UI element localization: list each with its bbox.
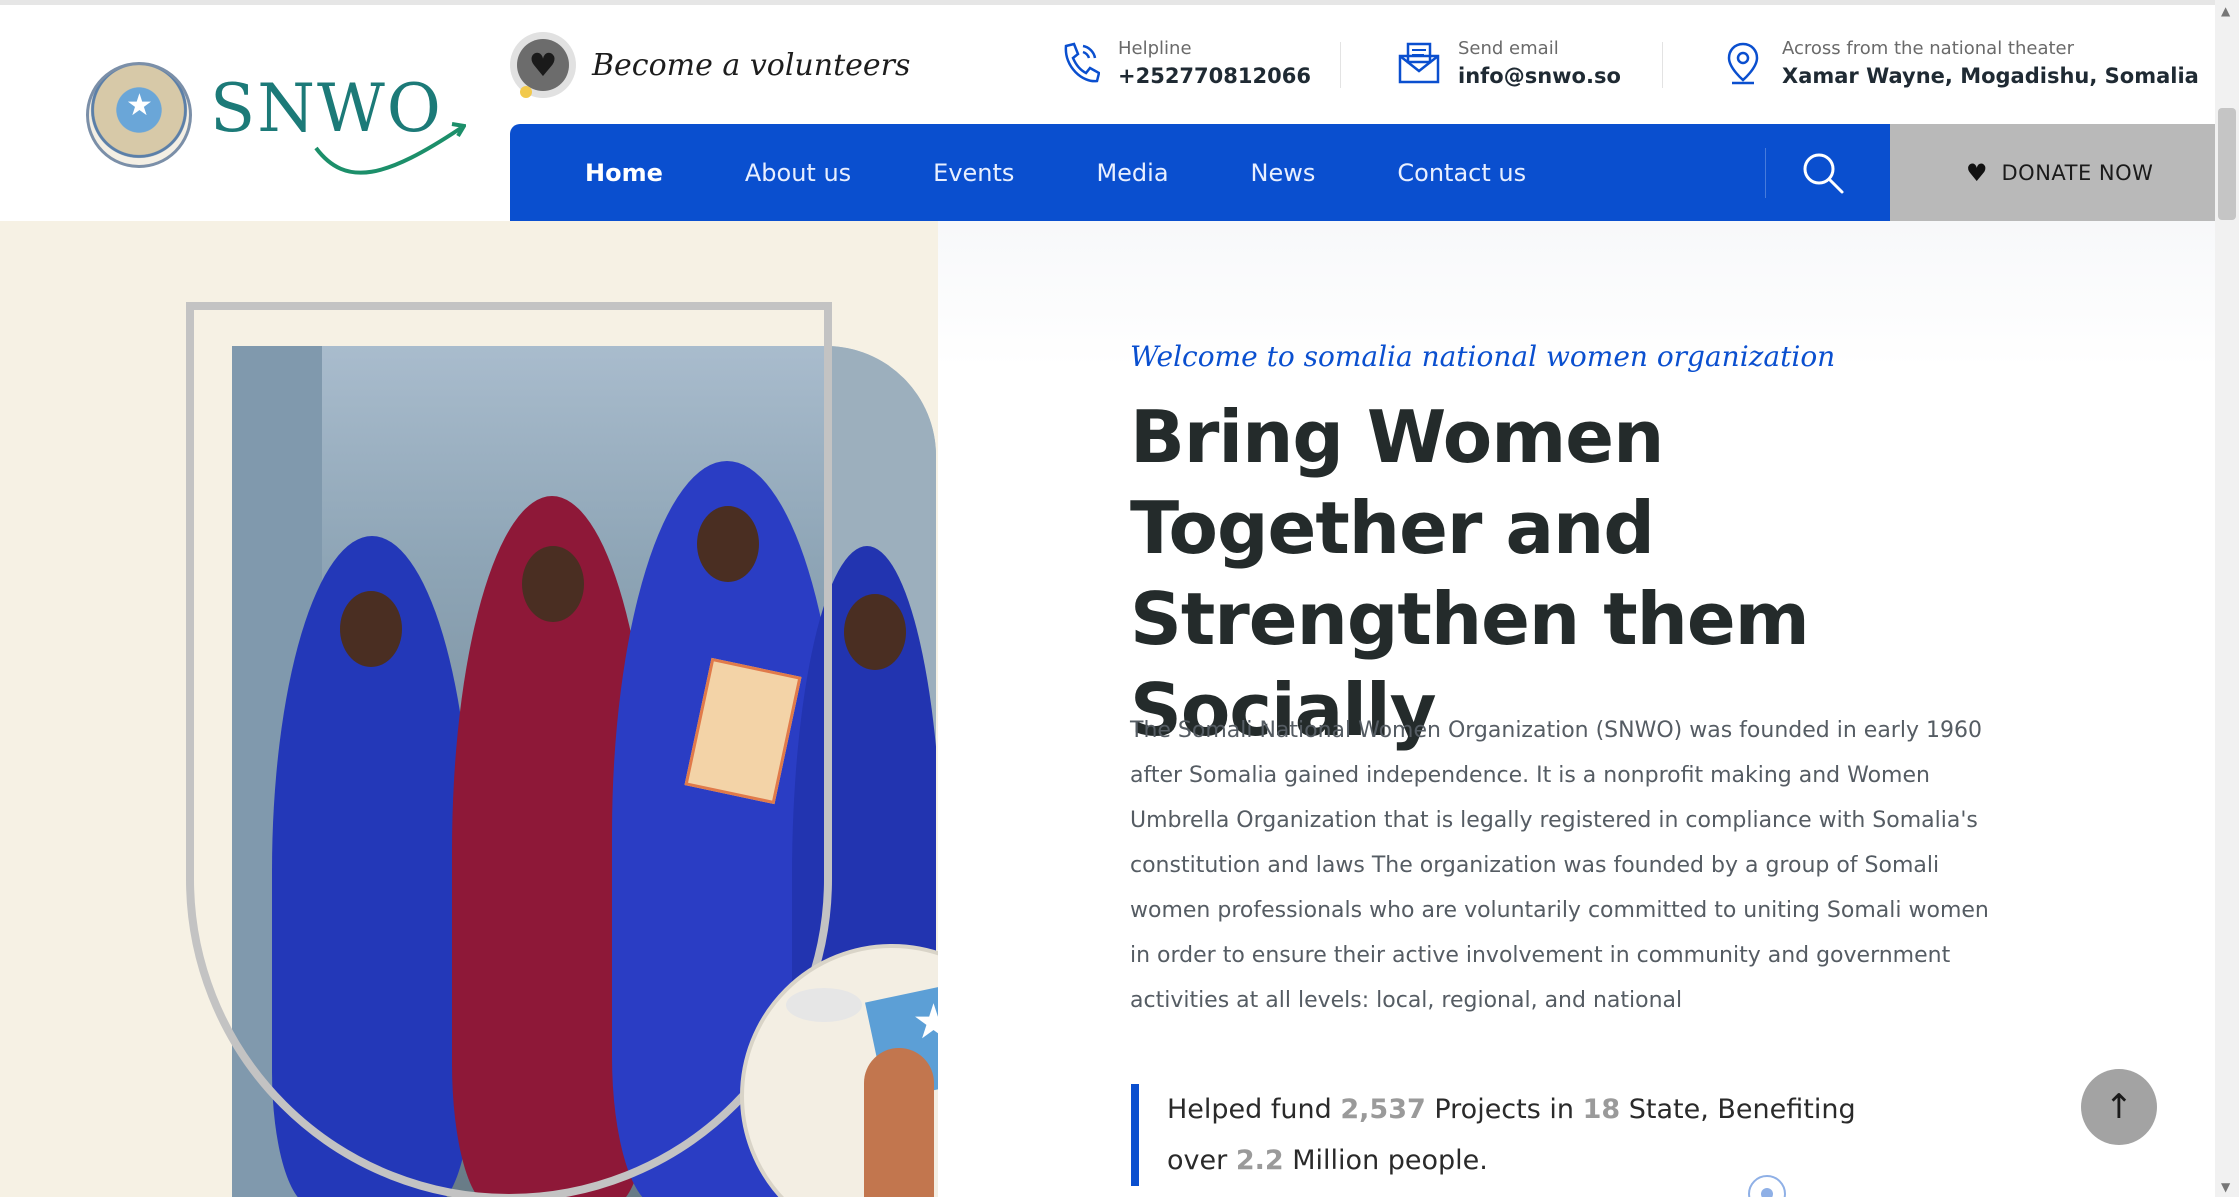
- stat-states-count: 18: [1582, 1094, 1621, 1125]
- nav-media[interactable]: Media: [1055, 159, 1209, 187]
- email-contact[interactable]: Send email info@snwo.so: [1398, 36, 1621, 90]
- stat-projects-count: 2,537: [1340, 1094, 1426, 1125]
- nav-divider: [1765, 148, 1766, 198]
- welcome-tagline: Welcome to somalia national women organi…: [1130, 340, 1836, 373]
- address-contact[interactable]: Across from the national theater Xamar W…: [1722, 36, 2199, 90]
- scroll-up-arrow-icon[interactable]: ▲: [2221, 4, 2230, 18]
- nav-about-us[interactable]: About us: [704, 159, 892, 187]
- become-volunteer-link[interactable]: ♥ Become a volunteers: [510, 32, 910, 98]
- decorative-photo-frame: [186, 302, 832, 1197]
- helpline-label: Helpline: [1118, 38, 1192, 59]
- address-label: Across from the national theater: [1782, 38, 2075, 59]
- top-divider: [0, 0, 2239, 5]
- arrow-up-icon: ↑: [2104, 1087, 2134, 1127]
- donate-label: DONATE NOW: [2001, 160, 2154, 185]
- email-address: info@snwo.so: [1458, 64, 1621, 88]
- contact-divider: [1340, 42, 1341, 88]
- back-to-top-button[interactable]: ↑: [2081, 1069, 2157, 1145]
- site-logo[interactable]: ★ SNWO: [86, 58, 466, 178]
- email-label: Send email: [1458, 38, 1559, 59]
- stat-people-count: 2.2: [1235, 1145, 1284, 1176]
- map-pin-icon: [1727, 42, 1759, 85]
- contact-divider: [1662, 42, 1663, 88]
- impact-statement: Helped fund 2,537 Projects in 18 State, …: [1131, 1084, 1891, 1186]
- nav-home[interactable]: Home: [510, 159, 704, 187]
- search-icon[interactable]: [1800, 150, 1846, 196]
- hero-headline: Bring Women Together and Strengthen them…: [1130, 395, 1810, 752]
- phone-icon: [1064, 42, 1100, 83]
- stat-text: Million people.: [1292, 1145, 1488, 1176]
- hero-description: The Somali National Women Organization (…: [1130, 718, 1989, 1013]
- envelope-icon: [1398, 42, 1440, 84]
- stat-text: Projects in: [1434, 1094, 1574, 1125]
- heart-icon: ♥: [1966, 158, 1988, 187]
- nav-news[interactable]: News: [1210, 159, 1357, 187]
- helpline-contact[interactable]: Helpline +252770812066: [1058, 36, 1311, 90]
- helpline-number: +252770812066: [1118, 64, 1311, 88]
- heart-icon: ♥: [510, 32, 576, 98]
- nav-contact-us[interactable]: Contact us: [1356, 159, 1567, 187]
- stat-text: Helped fund: [1167, 1094, 1332, 1125]
- scroll-down-arrow-icon[interactable]: ▼: [2221, 1180, 2230, 1194]
- volunteer-label: Become a volunteers: [592, 47, 911, 83]
- address-value: Xamar Wayne, Mogadishu, Somalia: [1782, 64, 2199, 88]
- nav-events[interactable]: Events: [892, 159, 1055, 187]
- logo-seal-icon: ★: [86, 62, 192, 168]
- donate-now-button[interactable]: ♥ DONATE NOW: [1890, 124, 2239, 221]
- main-nav: Home About us Events Media News Contact …: [510, 124, 1890, 221]
- scrollbar-thumb[interactable]: [2218, 108, 2236, 220]
- logo-swoosh-icon: [314, 122, 466, 175]
